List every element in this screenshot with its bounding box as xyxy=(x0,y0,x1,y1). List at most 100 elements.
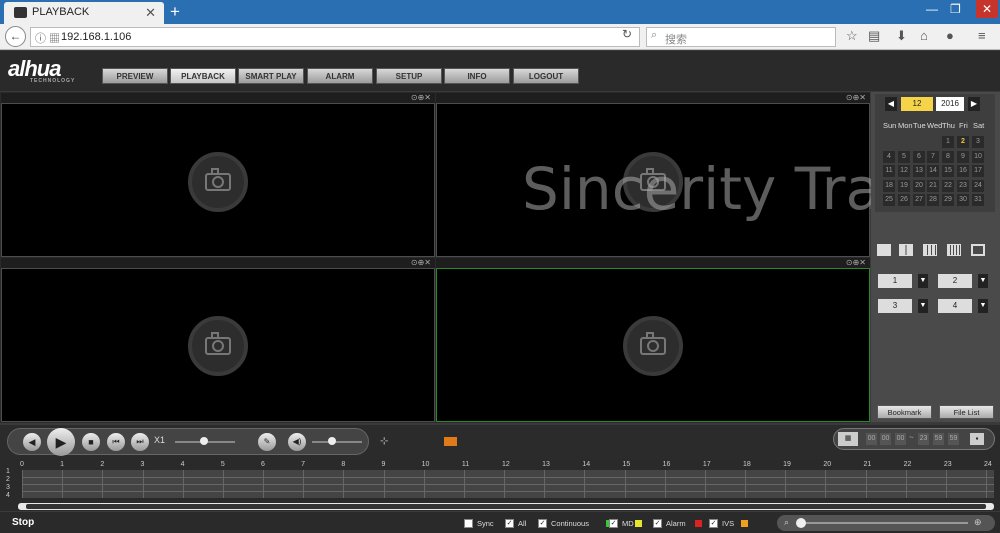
calendar-day[interactable]: 7 xyxy=(927,151,939,163)
calendar-day[interactable]: 29 xyxy=(942,194,954,206)
play-button[interactable]: ▶ xyxy=(47,428,75,456)
pane-4-tool-icons[interactable]: ⊙⊕✕ xyxy=(846,258,866,267)
filter-checkbox[interactable]: ✓ xyxy=(609,519,618,528)
calendar-day[interactable]: 19 xyxy=(898,180,910,192)
chevron-down-icon[interactable]: ▼ xyxy=(978,299,988,313)
calendar-day[interactable]: 12 xyxy=(898,165,910,177)
chevron-down-icon[interactable]: ▼ xyxy=(978,274,988,288)
calendar-day[interactable]: 21 xyxy=(927,180,939,192)
menu-info[interactable]: INFO xyxy=(444,68,510,84)
layout-16-icon[interactable] xyxy=(947,244,961,256)
end-second[interactable]: 59 xyxy=(948,433,959,445)
browser-tab[interactable]: PLAYBACK ✕ xyxy=(4,2,164,24)
zoom-in-icon[interactable]: ⊕ xyxy=(974,517,982,528)
calendar-day[interactable]: 5 xyxy=(898,151,910,163)
pane-3-tool-icons[interactable]: ⊙⊕✕ xyxy=(411,258,431,267)
scrollbar-thumb[interactable] xyxy=(26,504,986,509)
file-list-button[interactable]: File List xyxy=(939,405,994,419)
calendar-day[interactable]: 1 xyxy=(942,136,954,148)
calendar-day[interactable]: 23 xyxy=(957,180,969,192)
record-indicator-icon[interactable] xyxy=(444,437,457,446)
timeline-scrollbar[interactable] xyxy=(18,503,994,510)
reading-list-icon[interactable]: ▤ xyxy=(868,28,880,44)
calendar-day[interactable]: 3 xyxy=(972,136,984,148)
minimize-icon[interactable]: — xyxy=(926,2,938,16)
slow-button[interactable]: ⏮ xyxy=(107,433,125,451)
filter-checkbox[interactable]: ✓ xyxy=(505,519,514,528)
download-icon[interactable]: ⬇ xyxy=(896,28,907,44)
pane-1-tool-icons[interactable]: ⊙⊕✕ xyxy=(411,93,431,102)
save-icon[interactable]: ▪ xyxy=(970,433,984,445)
bookmark-star-icon[interactable]: ☆ xyxy=(846,28,858,44)
calendar-day[interactable]: 2 xyxy=(957,136,969,148)
calendar-day[interactable]: 18 xyxy=(883,180,895,192)
calendar-day[interactable]: 6 xyxy=(913,151,925,163)
home-icon[interactable]: ⌂ xyxy=(920,28,928,43)
calendar-day[interactable]: 20 xyxy=(913,180,925,192)
calendar-day[interactable]: 28 xyxy=(927,194,939,206)
maximize-icon[interactable]: ❐ xyxy=(950,2,961,16)
search-input[interactable]: ⌕ 搜索 xyxy=(646,27,836,47)
volume-slider-knob[interactable] xyxy=(328,437,336,445)
reload-icon[interactable]: ↻ xyxy=(622,27,632,41)
speed-slider-knob[interactable] xyxy=(200,437,208,445)
calendar-day[interactable]: 9 xyxy=(957,151,969,163)
bookmark-button[interactable]: Bookmark xyxy=(877,405,932,419)
menu-setup[interactable]: SETUP xyxy=(376,68,442,84)
zoom-out-icon[interactable]: ⌕ xyxy=(784,517,789,528)
calendar-day[interactable]: 13 xyxy=(913,165,925,177)
chevron-down-icon[interactable]: ▼ xyxy=(918,274,928,288)
volume-icon[interactable]: ◀) xyxy=(288,433,306,451)
calendar-day[interactable]: 11 xyxy=(883,165,895,177)
start-minute[interactable]: 00 xyxy=(880,433,891,445)
zoom-slider[interactable] xyxy=(798,522,968,524)
pane-2-tool-icons[interactable]: ⊙⊕✕ xyxy=(846,93,866,102)
menu-icon[interactable]: ≡ xyxy=(978,28,986,43)
channel-select-1[interactable]: 1 xyxy=(878,274,912,288)
prev-month-button[interactable]: ◀ xyxy=(885,97,897,111)
menu-playback[interactable]: PLAYBACK xyxy=(170,68,236,84)
close-window-icon[interactable]: ✕ xyxy=(976,0,998,18)
snapshot-button[interactable]: ✎ xyxy=(258,433,276,451)
filter-checkbox[interactable]: ✓ xyxy=(709,519,718,528)
calendar-day[interactable]: 30 xyxy=(957,194,969,206)
layout-9-icon[interactable] xyxy=(923,244,937,256)
calendar-day[interactable]: 25 xyxy=(883,194,895,206)
filter-checkbox[interactable]: ✓ xyxy=(653,519,662,528)
fast-button[interactable]: ⏭ xyxy=(131,433,149,451)
layout-4-icon[interactable] xyxy=(899,244,913,256)
channel-select-2[interactable]: 2 xyxy=(938,274,972,288)
year-field[interactable]: 2016 xyxy=(936,97,964,111)
clip-icon[interactable]: ⊹ xyxy=(380,436,388,447)
volume-slider[interactable] xyxy=(312,441,362,443)
filter-checkbox[interactable] xyxy=(464,519,473,528)
start-hour[interactable]: 00 xyxy=(866,433,877,445)
menu-smart-play[interactable]: SMART PLAY xyxy=(238,68,304,84)
calendar-day[interactable]: 24 xyxy=(972,180,984,192)
address-bar[interactable]: ⓘ ▦ 192.168.1.106 xyxy=(30,27,640,47)
menu-logout[interactable]: LOGOUT xyxy=(513,68,579,84)
calendar-day[interactable]: 22 xyxy=(942,180,954,192)
end-minute[interactable]: 59 xyxy=(933,433,944,445)
month-field[interactable]: 12 xyxy=(901,97,933,111)
filter-checkbox[interactable]: ✓ xyxy=(538,519,547,528)
calendar-day[interactable]: 31 xyxy=(972,194,984,206)
calendar-day[interactable]: 17 xyxy=(972,165,984,177)
calendar-day[interactable]: 15 xyxy=(942,165,954,177)
calendar-day[interactable]: 10 xyxy=(972,151,984,163)
reverse-play-button[interactable]: ◀ xyxy=(23,433,41,451)
channel-select-4[interactable]: 4 xyxy=(938,299,972,313)
close-tab-icon[interactable]: ✕ xyxy=(145,5,156,21)
clip-search-icon[interactable]: ▦ xyxy=(838,432,858,446)
zoom-slider-knob[interactable] xyxy=(796,518,806,528)
calendar-day[interactable]: 8 xyxy=(942,151,954,163)
back-arrow-icon[interactable]: ← xyxy=(5,26,26,47)
chat-icon[interactable]: ● xyxy=(946,28,954,43)
new-tab-button[interactable]: + xyxy=(170,2,180,22)
calendar-day[interactable]: 14 xyxy=(927,165,939,177)
menu-alarm[interactable]: ALARM xyxy=(307,68,373,84)
start-second[interactable]: 00 xyxy=(895,433,906,445)
channel-select-3[interactable]: 3 xyxy=(878,299,912,313)
next-month-button[interactable]: ▶ xyxy=(968,97,980,111)
chevron-down-icon[interactable]: ▼ xyxy=(918,299,928,313)
